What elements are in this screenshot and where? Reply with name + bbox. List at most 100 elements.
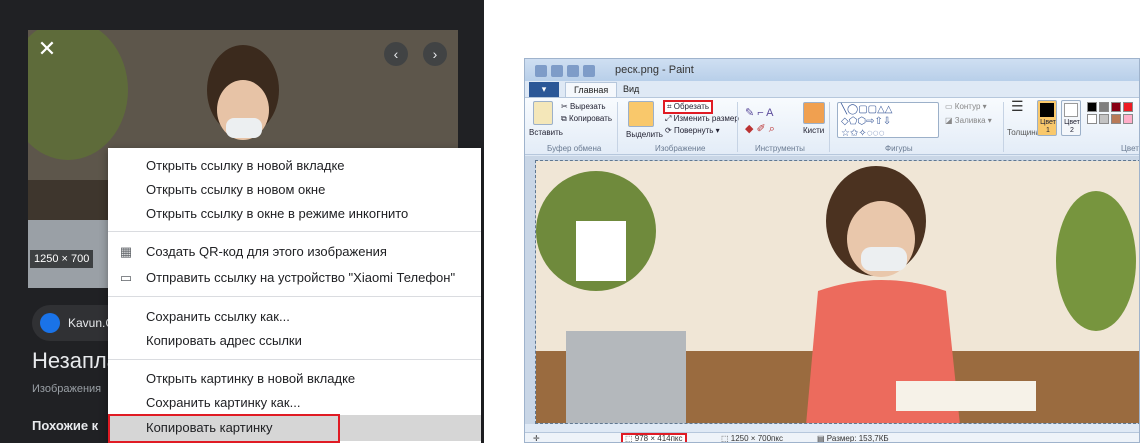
- palette-swatch[interactable]: [1099, 102, 1109, 112]
- similar-heading: Похожие к: [32, 418, 99, 433]
- paint-canvas-image[interactable]: [535, 160, 1139, 424]
- result-subtitle: Изображения: [32, 383, 102, 395]
- menu-item-label: Сохранить ссылку как...: [146, 309, 290, 324]
- send-to-device-icon: ▭: [119, 270, 133, 285]
- copy-button[interactable]: ⧉ Копировать: [561, 114, 612, 124]
- image-size-value: 1250 × 700пкс: [730, 434, 783, 443]
- pencil-fill-text-tools[interactable]: ✎ ⌐ A: [745, 106, 773, 119]
- paint-window: pеск.png - Paint ▾ Главная Вид Вставить …: [524, 58, 1140, 443]
- menu-item-label: Сохранить картинку как...: [146, 395, 301, 410]
- menu-open-link-new-window[interactable]: Открыть ссылку в новом окне: [108, 177, 481, 203]
- window-title: pеск.png - Paint: [615, 64, 694, 76]
- crop-button[interactable]: ⌗ Обрезать: [663, 100, 714, 114]
- tab-view[interactable]: Вид: [615, 82, 647, 97]
- size-icon[interactable]: ☰: [1011, 99, 1024, 113]
- palette-swatch[interactable]: [1099, 114, 1109, 124]
- brushes-icon[interactable]: [803, 102, 825, 124]
- move-icon: ✛: [533, 434, 540, 443]
- file-size: ▤ Размер: 153,7КБ: [817, 434, 889, 443]
- image-size: ⬚ 1250 × 700пкс: [721, 434, 783, 443]
- color2-swatch: [1064, 103, 1078, 117]
- site-favicon-icon: [40, 313, 60, 333]
- palette-swatch[interactable]: [1123, 102, 1133, 112]
- palette-swatch[interactable]: [1123, 114, 1133, 124]
- copy-image-highlight: [108, 414, 340, 443]
- menu-save-link-as[interactable]: Сохранить ссылку как...: [108, 304, 481, 330]
- menu-item-label: Отправить ссылку на устройство "Xiaomi Т…: [146, 270, 456, 285]
- tab-home[interactable]: Главная: [565, 82, 618, 97]
- chevron-left-icon[interactable]: ‹: [384, 42, 408, 66]
- copy-label: Копировать: [568, 114, 613, 123]
- close-icon[interactable]: ✕: [36, 38, 58, 60]
- menu-item-label: Открыть ссылку в новой вкладке: [146, 158, 345, 173]
- select-icon[interactable]: [628, 101, 654, 127]
- clipboard-group-label: Буфер обмена: [547, 144, 602, 153]
- color1-swatch: [1040, 103, 1054, 117]
- image-group-label: Изображение: [655, 144, 706, 153]
- paint-titlebar: pеск.png - Paint: [525, 59, 1139, 81]
- menu-item-label: Открыть картинку в новой вкладке: [146, 371, 356, 386]
- menu-open-image-new-tab[interactable]: Открыть картинку в новой вкладке: [108, 366, 481, 392]
- color1-button[interactable]: Цвет 1: [1037, 100, 1057, 136]
- menu-item-label: Открыть ссылку в новом окне: [146, 182, 326, 197]
- palette-swatch[interactable]: [1111, 102, 1121, 112]
- resize-button[interactable]: ⤢ Изменить размер: [665, 114, 739, 124]
- resize-label: Изменить размер: [673, 114, 739, 123]
- image-dimensions-badge: 1250 × 700: [30, 250, 94, 268]
- qr-code-icon: ▦: [119, 244, 133, 259]
- ribbon: Вставить ✂ Вырезать ⧉ Копировать Буфер о…: [525, 97, 1139, 155]
- ribbon-divider: [617, 102, 618, 152]
- menu-item-label: Создать QR-код для этого изображения: [146, 244, 387, 259]
- menu-divider: [108, 296, 481, 297]
- palette-swatch[interactable]: [1111, 114, 1121, 124]
- chevron-right-icon[interactable]: ›: [423, 42, 447, 66]
- menu-save-image-as[interactable]: Сохранить картинку как...: [108, 390, 481, 416]
- select-label[interactable]: Выделить: [626, 130, 663, 139]
- cut-label: Вырезать: [569, 102, 606, 111]
- eraser-picker-zoom-tools[interactable]: ◆ ✐ ⌕: [745, 122, 775, 136]
- selection-size-value: 978 × 414пкс: [634, 434, 683, 443]
- result-title[interactable]: Незапла: [32, 348, 119, 374]
- file-size-value: Размер: 153,7КБ: [826, 434, 889, 443]
- shapes-gallery[interactable]: ╲◯▢▢△△ ◇⬠⬡⇨⇧⇩ ☆✩✧◌◌◌: [837, 102, 939, 139]
- palette-swatch[interactable]: [1087, 114, 1097, 124]
- menu-divider: [108, 231, 481, 232]
- color2-label: Цвет 2: [1064, 119, 1080, 134]
- rotate-label: Повернуть: [673, 126, 714, 135]
- colors-group-label: Цвета: [1121, 144, 1139, 153]
- menu-item-label: Копировать адрес ссылки: [146, 333, 302, 348]
- outline-label: Контур: [954, 102, 981, 111]
- menu-send-to-device[interactable]: ▭ Отправить ссылку на устройство "Xiaomi…: [108, 265, 481, 291]
- cut-button[interactable]: ✂ Вырезать: [561, 102, 606, 111]
- paste-label[interactable]: Вставить: [529, 128, 563, 137]
- shapes-group-label: Фигуры: [885, 144, 913, 153]
- paste-icon[interactable]: [533, 101, 553, 125]
- outline-button[interactable]: ▭ Контур ▾: [945, 102, 987, 111]
- fill-button[interactable]: ◪ Заливка ▾: [945, 116, 992, 125]
- file-menu-button[interactable]: ▾: [529, 82, 559, 97]
- ribbon-divider: [1003, 102, 1004, 152]
- rotate-button[interactable]: ⟳ Повернуть ▾: [665, 126, 720, 135]
- menu-open-link-new-tab[interactable]: Открыть ссылку в новой вкладке: [108, 153, 481, 179]
- brushes-label[interactable]: Кисти: [803, 126, 824, 135]
- google-images-panel: ✕ ‹ › 1250 × 700 Kavun.C Незапла Изображ…: [0, 0, 484, 443]
- menu-copy-link-address[interactable]: Копировать адрес ссылки: [108, 328, 481, 354]
- ribbon-divider: [829, 102, 830, 152]
- menu-item-label: Открыть ссылку в окне в режиме инкогнито: [146, 206, 409, 221]
- menu-open-link-incognito[interactable]: Открыть ссылку в окне в режиме инкогнито: [108, 201, 481, 227]
- selection-size: ⬚ 978 × 414пкс: [621, 433, 687, 443]
- fill-label: Заливка: [954, 116, 986, 125]
- color2-button[interactable]: Цвет 2: [1061, 100, 1081, 136]
- menu-create-qr-code[interactable]: ▦ Создать QR-код для этого изображения: [108, 239, 481, 265]
- tools-group-label: Инструменты: [755, 144, 805, 153]
- quick-access-toolbar[interactable]: [535, 63, 605, 77]
- ribbon-divider: [737, 102, 738, 152]
- palette-swatch[interactable]: [1087, 102, 1097, 112]
- girl-photo-illustration: [536, 161, 1139, 423]
- status-bar: ✛ ⬚ 978 × 414пкс ⬚ 1250 × 700пкс ▤ Разме…: [525, 432, 1139, 443]
- context-menu: Открыть ссылку в новой вкладке Открыть с…: [108, 148, 481, 443]
- menu-divider: [108, 359, 481, 360]
- color1-label: Цвет 1: [1040, 119, 1056, 134]
- crop-label: Обрезать: [673, 102, 710, 111]
- size-label[interactable]: Толщина: [1007, 128, 1040, 137]
